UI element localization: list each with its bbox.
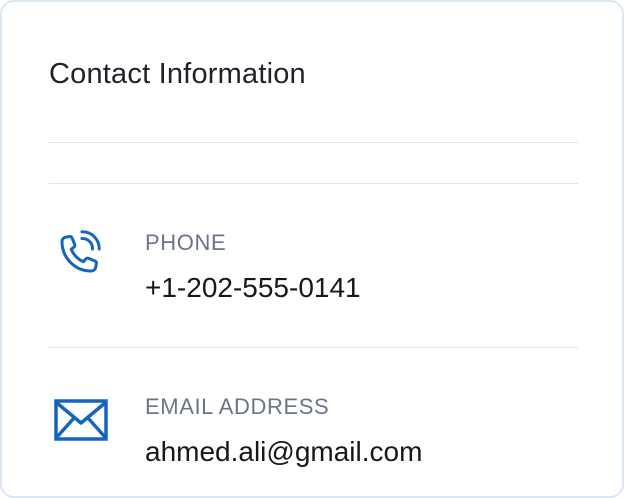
card-title: Contact Information [49,58,306,90]
phone-label: PHONE [145,230,227,255]
divider [49,183,578,184]
phone-value: +1-202-555-0141 [145,272,361,303]
email-value: ahmed.ali@gmail.com [145,436,423,467]
divider [49,347,578,348]
phone-icon [54,228,110,284]
email-label: EMAIL ADDRESS [145,394,330,419]
divider [49,142,578,143]
contact-information-card: Contact Information PHONE +1-202-555-014… [0,0,624,498]
mail-icon [54,397,110,453]
